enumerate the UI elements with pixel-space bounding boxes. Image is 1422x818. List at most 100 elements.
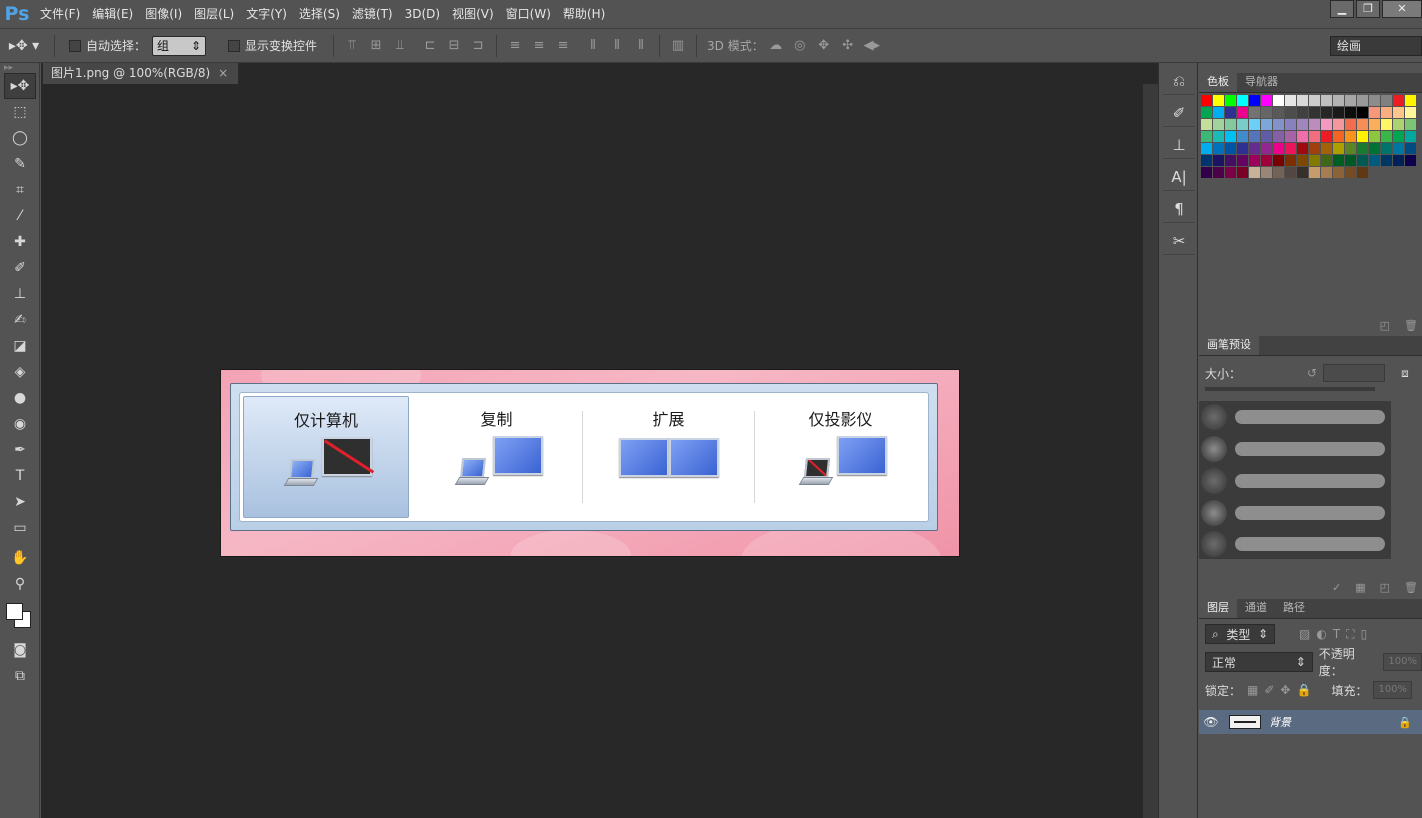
auto-select-checkbox[interactable] bbox=[69, 39, 81, 52]
filter-smart-object-icon[interactable]: ▯ bbox=[1361, 627, 1368, 641]
lock-transparent-icon[interactable]: ▦ bbox=[1247, 683, 1258, 697]
history-brush-tool-icon[interactable]: ✍ bbox=[4, 307, 36, 333]
tab-paths[interactable]: 路径 bbox=[1275, 598, 1313, 618]
paragraph-panel-icon[interactable]: ¶ bbox=[1163, 195, 1195, 223]
screen-mode-icon[interactable]: ⧉ bbox=[4, 663, 36, 689]
menu-layer[interactable]: 图层(L) bbox=[188, 0, 240, 28]
color-swatch[interactable] bbox=[1273, 167, 1284, 178]
color-swatch[interactable] bbox=[1357, 155, 1368, 166]
filter-type-dropdown[interactable]: ⌕ 类型 ⇕ bbox=[1205, 624, 1275, 644]
opacity-input[interactable]: 100% bbox=[1383, 653, 1422, 671]
stamp-tool-icon[interactable]: ⊥ bbox=[4, 281, 36, 307]
lasso-tool-icon[interactable]: ◯ bbox=[4, 125, 36, 151]
color-swatch[interactable] bbox=[1381, 107, 1392, 118]
restore-button[interactable]: ❐ bbox=[1356, 0, 1380, 18]
color-swatch[interactable] bbox=[1213, 131, 1224, 142]
menu-edit[interactable]: 编辑(E) bbox=[86, 0, 139, 28]
color-swatch[interactable] bbox=[1273, 131, 1284, 142]
color-swatch[interactable] bbox=[1345, 155, 1356, 166]
menu-image[interactable]: 图像(I) bbox=[139, 0, 188, 28]
color-swatch[interactable] bbox=[1345, 107, 1356, 118]
color-swatch[interactable] bbox=[1405, 95, 1416, 106]
distribute-left-icon[interactable]: ⦀ bbox=[581, 34, 605, 58]
color-swatch[interactable] bbox=[1261, 167, 1272, 178]
tab-swatches[interactable]: 色板 bbox=[1199, 72, 1237, 92]
color-swatch[interactable] bbox=[1285, 167, 1296, 178]
color-swatch[interactable] bbox=[1237, 107, 1248, 118]
color-swatch[interactable] bbox=[1297, 119, 1308, 130]
move-tool-preset-icon[interactable]: ▸✥ ▾ bbox=[0, 31, 48, 61]
color-swatch[interactable] bbox=[1213, 95, 1224, 106]
color-swatch[interactable] bbox=[1309, 107, 1320, 118]
brush-preset[interactable] bbox=[1199, 529, 1391, 559]
color-swatch[interactable] bbox=[1321, 167, 1332, 178]
color-swatch[interactable] bbox=[1297, 155, 1308, 166]
3d-scale-icon[interactable]: ◀▸ bbox=[860, 34, 884, 58]
filter-adjustment-icon[interactable]: ◐ bbox=[1316, 627, 1326, 641]
color-swatch[interactable] bbox=[1345, 167, 1356, 178]
menu-window[interactable]: 窗口(W) bbox=[500, 0, 557, 28]
color-swatch[interactable] bbox=[1309, 167, 1320, 178]
color-swatch[interactable] bbox=[1393, 107, 1404, 118]
color-swatch[interactable] bbox=[1237, 167, 1248, 178]
color-swatch[interactable] bbox=[1405, 155, 1416, 166]
blend-mode-dropdown[interactable]: 正常 ⇕ bbox=[1205, 652, 1313, 672]
color-swatch[interactable] bbox=[1237, 95, 1248, 106]
color-swatch[interactable] bbox=[1285, 107, 1296, 118]
option-computer-only[interactable]: 仅计算机 bbox=[243, 396, 409, 518]
color-swatch[interactable] bbox=[1345, 131, 1356, 142]
color-swatch[interactable] bbox=[1309, 155, 1320, 166]
color-swatch[interactable] bbox=[1261, 95, 1272, 106]
align-hcenter-icon[interactable]: ⊟ bbox=[442, 34, 466, 58]
color-swatch[interactable] bbox=[1381, 95, 1392, 106]
color-swatch[interactable] bbox=[1249, 155, 1260, 166]
grid-view-icon[interactable]: ▦ bbox=[1355, 581, 1365, 595]
color-swatch[interactable] bbox=[1237, 143, 1248, 154]
panel-grip-icon[interactable]: ▸▸ bbox=[0, 63, 39, 73]
color-swatch[interactable] bbox=[1357, 107, 1368, 118]
color-swatch[interactable] bbox=[1345, 143, 1356, 154]
color-swatch[interactable] bbox=[1297, 143, 1308, 154]
brush-panel-icon[interactable]: ✐ bbox=[1163, 99, 1195, 127]
color-swatch[interactable] bbox=[1393, 143, 1404, 154]
color-swatch[interactable] bbox=[1321, 143, 1332, 154]
color-swatch[interactable] bbox=[1369, 131, 1380, 142]
color-swatch[interactable] bbox=[1213, 143, 1224, 154]
delete-swatch-icon[interactable]: 🗑 bbox=[1404, 319, 1418, 333]
visibility-eye-icon[interactable]: 👁 bbox=[1199, 715, 1223, 729]
color-swatch[interactable] bbox=[1261, 119, 1272, 130]
color-swatch[interactable] bbox=[1225, 131, 1236, 142]
color-swatch[interactable] bbox=[1225, 107, 1236, 118]
color-swatch[interactable] bbox=[1285, 155, 1296, 166]
color-swatch[interactable] bbox=[1405, 119, 1416, 130]
menu-filter[interactable]: 滤镜(T) bbox=[346, 0, 399, 28]
color-swatch[interactable] bbox=[1201, 119, 1212, 130]
3d-rotate-icon[interactable]: ☁ bbox=[764, 34, 788, 58]
color-swatch[interactable] bbox=[1369, 107, 1380, 118]
color-swatch[interactable] bbox=[1249, 131, 1260, 142]
color-swatch[interactable] bbox=[1237, 119, 1248, 130]
color-swatch[interactable] bbox=[1369, 143, 1380, 154]
layer-row[interactable]: 👁 背景 🔒 bbox=[1199, 710, 1422, 734]
color-swatches[interactable] bbox=[2, 597, 38, 637]
color-swatch[interactable] bbox=[1309, 95, 1320, 106]
pen-tool-icon[interactable]: ✒ bbox=[4, 437, 36, 463]
menu-file[interactable]: 文件(F) bbox=[34, 0, 86, 28]
brush-preset[interactable] bbox=[1199, 497, 1391, 529]
color-swatch[interactable] bbox=[1297, 131, 1308, 142]
color-swatch[interactable] bbox=[1297, 95, 1308, 106]
shape-tool-icon[interactable]: ▭ bbox=[4, 515, 36, 541]
color-swatch[interactable] bbox=[1357, 131, 1368, 142]
color-swatch[interactable] bbox=[1333, 119, 1344, 130]
color-swatch[interactable] bbox=[1261, 143, 1272, 154]
color-swatch[interactable] bbox=[1261, 155, 1272, 166]
auto-align-icon[interactable]: ▥ bbox=[666, 34, 690, 58]
align-vcenter-icon[interactable]: ⊞ bbox=[364, 34, 388, 58]
brush-tool-icon[interactable]: ✐ bbox=[4, 255, 36, 281]
zoom-tool-icon[interactable]: ⚲ bbox=[4, 571, 36, 597]
color-swatch[interactable] bbox=[1381, 143, 1392, 154]
color-swatch[interactable] bbox=[1225, 167, 1236, 178]
color-swatch[interactable] bbox=[1297, 107, 1308, 118]
color-swatch[interactable] bbox=[1333, 107, 1344, 118]
color-swatch[interactable] bbox=[1201, 143, 1212, 154]
